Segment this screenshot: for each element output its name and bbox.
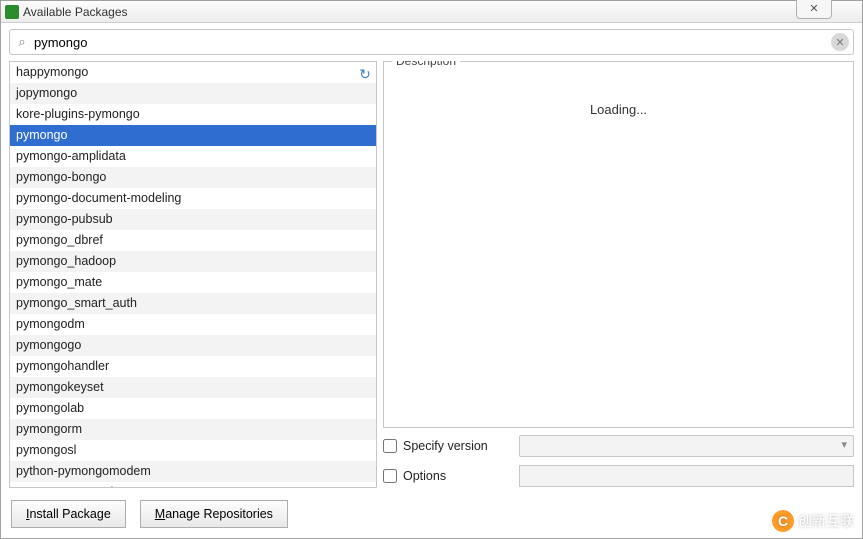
specify-version-combo[interactable] bbox=[519, 435, 854, 457]
app-icon bbox=[5, 5, 19, 19]
package-list-pane: happymongojopymongokore-plugins-pymongop… bbox=[9, 61, 377, 488]
package-item[interactable]: pymongo_smart_auth bbox=[10, 293, 376, 314]
package-item[interactable]: pymongo-pubsub bbox=[10, 209, 376, 230]
options-row: Options bbox=[383, 464, 854, 488]
package-item[interactable]: pymongo bbox=[10, 125, 376, 146]
specify-version-row: Specify version bbox=[383, 434, 854, 458]
search-box: ⌕ ✕ bbox=[9, 29, 854, 55]
refresh-column: ↻ bbox=[354, 62, 376, 83]
content-area: ⌕ ✕ happymongojopymongokore-plugins-pymo… bbox=[1, 23, 862, 538]
refresh-icon[interactable]: ↻ bbox=[359, 66, 371, 82]
package-item[interactable]: pymongohandler bbox=[10, 356, 376, 377]
description-group: Description Loading... bbox=[383, 61, 854, 428]
package-item[interactable]: pymongogo bbox=[10, 335, 376, 356]
package-item[interactable]: pymongo_mate bbox=[10, 272, 376, 293]
package-item[interactable]: pymongo-amplidata bbox=[10, 146, 376, 167]
search-icon: ⌕ bbox=[14, 34, 30, 50]
description-label: Description bbox=[392, 61, 460, 68]
package-item[interactable]: pymongo_hadoop bbox=[10, 251, 376, 272]
dialog-window: Available Packages ✕ ⌕ ✕ happymongojopym… bbox=[0, 0, 863, 539]
button-row: Install Package Manage Repositories bbox=[1, 494, 862, 538]
install-package-button[interactable]: Install Package bbox=[11, 500, 126, 528]
close-window-button[interactable]: ✕ bbox=[796, 0, 832, 19]
description-body: Loading... bbox=[384, 62, 853, 157]
package-list-wrap: happymongojopymongokore-plugins-pymongop… bbox=[10, 62, 376, 487]
search-input[interactable] bbox=[30, 35, 831, 50]
search-row: ⌕ ✕ bbox=[1, 23, 862, 61]
watermark-logo: C bbox=[772, 510, 794, 532]
package-item[interactable]: pymongosl bbox=[10, 440, 376, 461]
package-item[interactable]: happymongo bbox=[10, 62, 376, 83]
package-item[interactable]: pymongolab bbox=[10, 398, 376, 419]
package-item[interactable]: pymongokeyset bbox=[10, 377, 376, 398]
titlebar: Available Packages ✕ bbox=[1, 1, 862, 23]
package-item[interactable]: jopymongo bbox=[10, 83, 376, 104]
main-split: happymongojopymongokore-plugins-pymongop… bbox=[1, 61, 862, 494]
package-item[interactable]: pymongo-document-modeling bbox=[10, 188, 376, 209]
close-icon: ✕ bbox=[809, 2, 818, 15]
specify-version-label: Specify version bbox=[403, 439, 513, 453]
watermark: C 创新互联 bbox=[772, 510, 854, 532]
package-item[interactable]: pymongo-bongo bbox=[10, 167, 376, 188]
watermark-text: 创新互联 bbox=[798, 511, 854, 531]
package-item[interactable]: python-pymongomodem bbox=[10, 461, 376, 482]
options-input[interactable] bbox=[519, 465, 854, 487]
clear-search-button[interactable]: ✕ bbox=[831, 33, 849, 51]
options-checkbox[interactable] bbox=[383, 469, 397, 483]
package-item[interactable]: kore-plugins-pymongo bbox=[10, 104, 376, 125]
package-list[interactable]: happymongojopymongokore-plugins-pymongop… bbox=[10, 62, 376, 487]
manage-repositories-button[interactable]: Manage Repositories bbox=[140, 500, 288, 528]
specify-version-checkbox[interactable] bbox=[383, 439, 397, 453]
package-item[interactable]: pymongodm bbox=[10, 314, 376, 335]
details-pane: Description Loading... Specify version O… bbox=[383, 61, 854, 488]
window-title: Available Packages bbox=[23, 5, 128, 19]
package-item[interactable]: pymongo_dbref bbox=[10, 230, 376, 251]
options-label: Options bbox=[403, 469, 513, 483]
package-item[interactable]: pymongorm bbox=[10, 419, 376, 440]
package-item[interactable]: scrapymongocache bbox=[10, 482, 376, 487]
